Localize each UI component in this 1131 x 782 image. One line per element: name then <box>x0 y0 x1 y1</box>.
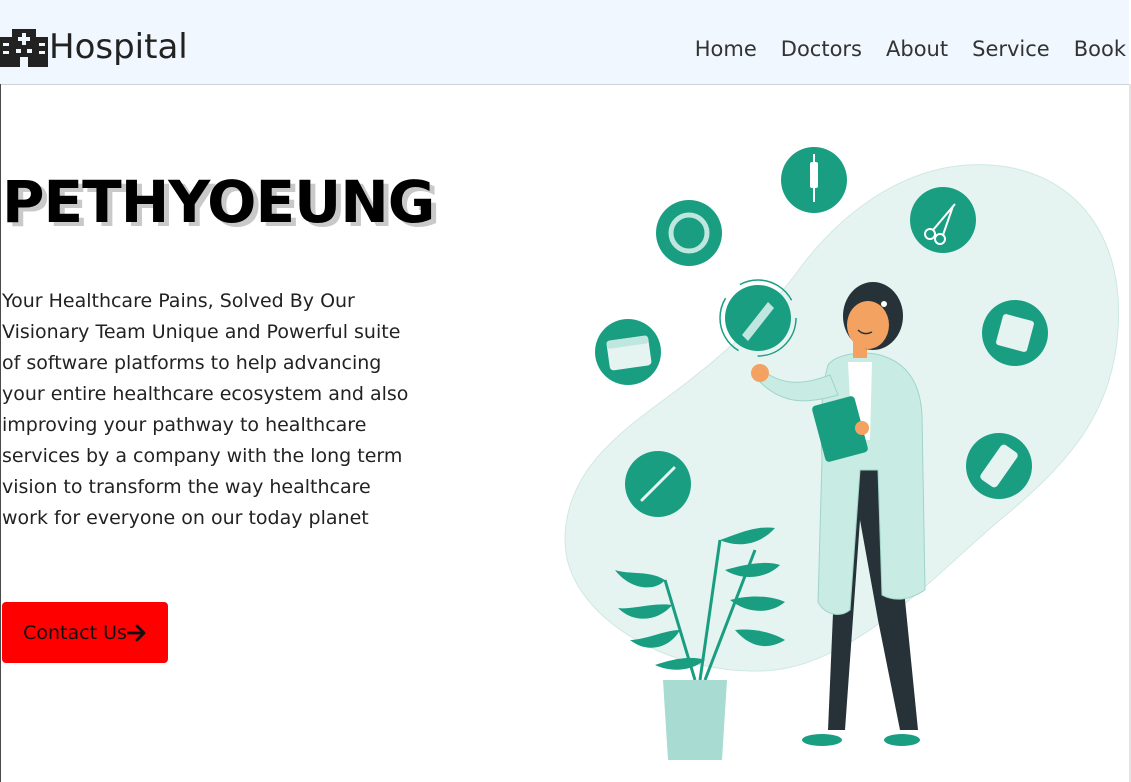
brand-name: Hospital <box>49 27 188 67</box>
doctor-illustration <box>564 147 1120 760</box>
brand-logo[interactable]: Hospital <box>0 27 188 67</box>
nav-doctors[interactable]: Doctors <box>781 34 862 64</box>
contact-us-button[interactable]: Contact Us <box>2 602 168 663</box>
thermometer-icon <box>625 451 691 517</box>
nav-book[interactable]: Book <box>1074 34 1126 64</box>
bandage-icon <box>719 279 797 357</box>
calendar-icon <box>595 319 661 385</box>
pill-blister-icon <box>966 433 1032 499</box>
hero-description: Your Healthcare Pains, Solved By Our Vis… <box>2 290 409 529</box>
gauze-pad-icon <box>982 300 1048 366</box>
hospital-building-icon <box>0 29 48 67</box>
nav-about[interactable]: About <box>886 34 948 64</box>
nav-home[interactable]: Home <box>695 34 757 64</box>
nav-service[interactable]: Service <box>972 34 1050 64</box>
syringe-icon <box>781 147 847 213</box>
scissors-icon <box>910 187 976 253</box>
arrow-right-icon <box>126 624 146 641</box>
hero-title: PETHYOEUNG <box>2 168 435 236</box>
contact-us-label: Contact Us <box>23 621 127 644</box>
capsule-ring-icon <box>656 200 722 266</box>
site-header: Hospital Home Doctors About Service Book <box>0 0 1129 85</box>
main-nav: Home Doctors About Service Book <box>671 34 1126 64</box>
page-left-border <box>0 84 1 782</box>
